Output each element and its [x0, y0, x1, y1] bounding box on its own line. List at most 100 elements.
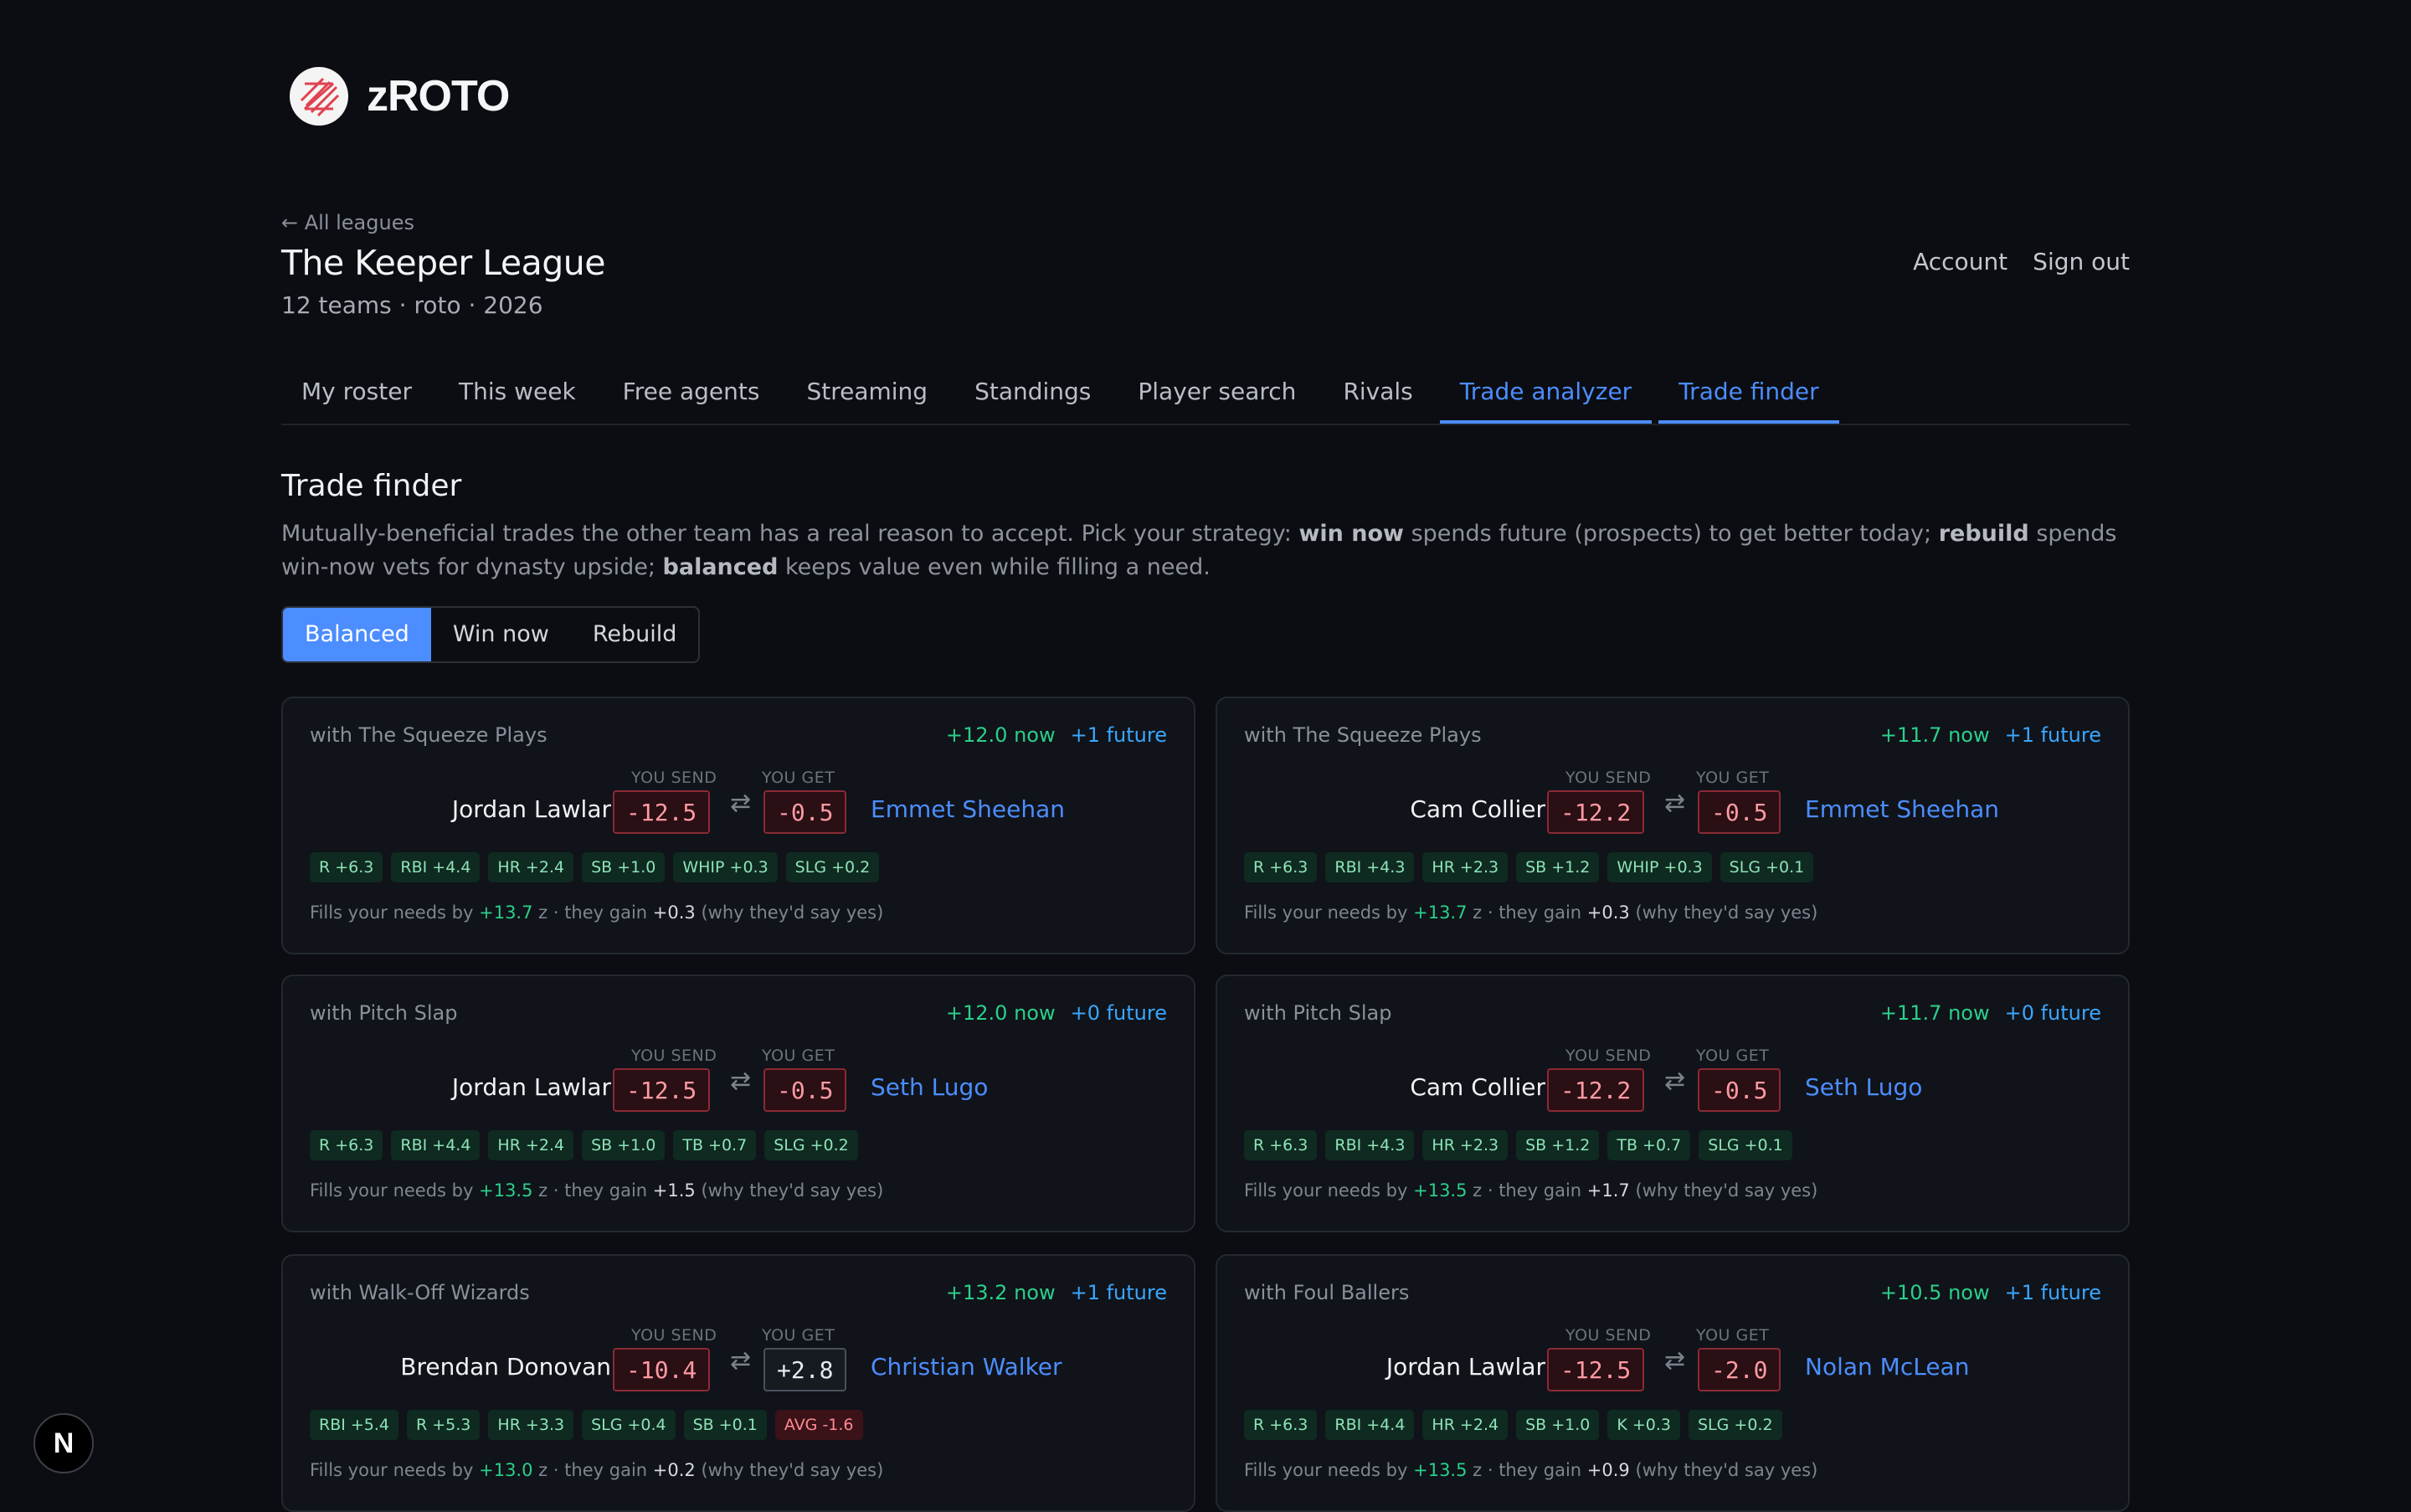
trade-card[interactable]: with Pitch Slap +11.7 now +0 future YOU …: [1216, 975, 2130, 1232]
you-get-label: YOU GET: [1696, 769, 1770, 787]
get-player-link[interactable]: Seth Lugo: [871, 1073, 988, 1101]
trade-deltas: +12.0 now +0 future: [946, 1001, 1167, 1025]
now-delta: +11.7 now: [1879, 1001, 1990, 1025]
get-z-score: -0.5: [1698, 1068, 1781, 1112]
brand[interactable]: zROTO: [290, 67, 510, 126]
swap-icon: ⇄: [730, 1067, 752, 1096]
category-delta-chip: R +6.3: [1244, 1410, 1318, 1440]
get-player-link[interactable]: Seth Lugo: [1805, 1073, 1922, 1101]
category-delta-chip: RBI +4.4: [1325, 1410, 1415, 1440]
trade-card[interactable]: with Walk-Off Wizards +13.2 now +1 futur…: [281, 1254, 1195, 1512]
now-delta: +11.7 now: [1879, 723, 1990, 747]
trade-partner: with Pitch Slap: [1244, 1001, 1392, 1025]
send-player-name: Cam Collier: [1410, 795, 1545, 823]
future-delta: +1 future: [2004, 1281, 2101, 1304]
category-delta-chip: HR +2.4: [488, 852, 574, 882]
send-z-score: -12.5: [613, 1068, 711, 1112]
category-chips: R +6.3 RBI +4.4 HR +2.4 SB +1.0 TB +0.7 SLG +…: [310, 1130, 858, 1160]
category-chips: R +6.3 RBI +4.4 HR +2.4 SB +1.0 WHIP +0.3 SLG…: [310, 852, 880, 882]
needs-summary: Fills your needs by +13.7 z · they gain …: [1244, 903, 1818, 923]
tab-my-roster[interactable]: My roster: [281, 360, 432, 424]
trade-deltas: +12.0 now +1 future: [946, 723, 1167, 747]
category-delta-chip: R +6.3: [310, 852, 383, 882]
get-player-link[interactable]: Emmet Sheehan: [871, 795, 1065, 823]
trade-partner: with Pitch Slap: [310, 1001, 458, 1025]
category-delta-chip: SB +1.2: [1516, 1130, 1600, 1160]
trade-card[interactable]: with The Squeeze Plays +11.7 now +1 futu…: [1216, 697, 2130, 954]
category-delta-chip: SB +1.0: [582, 1130, 666, 1160]
tab-trade-finder[interactable]: Trade finder: [1658, 360, 1839, 424]
get-player-link[interactable]: Emmet Sheehan: [1805, 795, 1999, 823]
category-delta-chip: SLG +0.2: [785, 852, 880, 882]
category-delta-chip: WHIP +0.3: [1607, 852, 1712, 882]
get-player-link[interactable]: Christian Walker: [871, 1353, 1062, 1381]
account-link[interactable]: Account: [1913, 248, 2007, 275]
category-delta-chip: RBI +4.4: [391, 1130, 481, 1160]
tab-player-search[interactable]: Player search: [1118, 360, 1316, 424]
send-player-name: Jordan Lawlar: [1385, 1353, 1545, 1381]
tab-standings[interactable]: Standings: [954, 360, 1111, 424]
future-delta: +1 future: [1070, 1281, 1167, 1304]
category-delta-chip: SB +0.1: [683, 1410, 767, 1440]
sign-out-link[interactable]: Sign out: [2033, 248, 2130, 275]
trade-card[interactable]: with Pitch Slap +12.0 now +0 future YOU …: [281, 975, 1195, 1232]
strategy-rebuild-button[interactable]: Rebuild: [571, 608, 699, 661]
swap-icon: ⇄: [1664, 1346, 1686, 1376]
all-leagues-link[interactable]: ← All leagues: [281, 211, 414, 234]
swap-icon: ⇄: [730, 789, 752, 818]
tab-rivals[interactable]: Rivals: [1323, 360, 1432, 424]
category-delta-chip: SLG +0.1: [1720, 852, 1814, 882]
category-delta-chip: TB +0.7: [1607, 1130, 1691, 1160]
category-delta-chip: R +6.3: [1244, 852, 1318, 882]
tab-this-week[interactable]: This week: [439, 360, 596, 424]
strategy-win-now-button[interactable]: Win now: [431, 608, 571, 661]
send-z-score: -12.2: [1547, 790, 1645, 834]
you-send-label: YOU SEND: [631, 1047, 717, 1065]
trade-card[interactable]: with Foul Ballers +10.5 now +1 future YO…: [1216, 1254, 2130, 1512]
category-chips: R +6.3 RBI +4.3 HR +2.3 SB +1.2 TB +0.7 SLG +…: [1244, 1130, 1792, 1160]
category-delta-chip: HR +3.3: [488, 1410, 574, 1440]
swap-icon: ⇄: [730, 1346, 752, 1376]
tab-streaming[interactable]: Streaming: [786, 360, 948, 424]
now-delta: +12.0 now: [945, 723, 1056, 747]
strategy-selector: Balanced Win now Rebuild: [281, 606, 701, 663]
category-delta-chip: AVG -1.6: [774, 1410, 863, 1440]
category-delta-chip: K +0.3: [1607, 1410, 1680, 1440]
get-player-link[interactable]: Nolan McLean: [1805, 1353, 1969, 1381]
now-delta: +12.0 now: [945, 1001, 1056, 1025]
you-send-label: YOU SEND: [1565, 769, 1652, 787]
needs-summary: Fills your needs by +13.5 z · they gain …: [1244, 1460, 1818, 1480]
category-delta-chip: HR +2.4: [1422, 1410, 1509, 1440]
trade-deltas: +10.5 now +1 future: [1880, 1281, 2101, 1304]
category-delta-chip: RBI +5.4: [310, 1410, 399, 1440]
trade-card[interactable]: with The Squeeze Plays +12.0 now +1 futu…: [281, 697, 1195, 954]
tab-trade-analyzer[interactable]: Trade analyzer: [1439, 360, 1653, 424]
category-delta-chip: R +6.3: [310, 1130, 383, 1160]
future-delta: +0 future: [2004, 1001, 2101, 1025]
category-delta-chip: SLG +0.2: [764, 1130, 858, 1160]
future-delta: +1 future: [1070, 723, 1167, 747]
category-delta-chip: RBI +4.3: [1325, 852, 1415, 882]
get-z-score: -2.0: [1698, 1348, 1781, 1391]
category-delta-chip: SLG +0.2: [1689, 1410, 1782, 1440]
needs-summary: Fills your needs by +13.5 z · they gain …: [1244, 1180, 1818, 1201]
you-send-label: YOU SEND: [1565, 1047, 1652, 1065]
category-delta-chip: RBI +4.4: [391, 852, 481, 882]
you-send-label: YOU SEND: [1565, 1326, 1652, 1345]
category-delta-chip: HR +2.3: [1422, 852, 1509, 882]
category-chips: R +6.3 RBI +4.3 HR +2.3 SB +1.2 WHIP +0.3 SLG…: [1244, 852, 1814, 882]
trade-partner: with The Squeeze Plays: [1244, 723, 1482, 747]
get-z-score: -0.5: [763, 790, 847, 834]
get-z-score: +2.8: [763, 1348, 847, 1391]
league-title: The Keeper League: [281, 243, 605, 283]
category-delta-chip: SLG +0.1: [1699, 1130, 1792, 1160]
strategy-balanced-button[interactable]: Balanced: [283, 608, 431, 661]
devtools-badge[interactable]: N: [33, 1413, 94, 1473]
tab-free-agents[interactable]: Free agents: [603, 360, 780, 424]
send-player-name: Jordan Lawlar: [451, 795, 611, 823]
app-name: zROTO: [367, 72, 510, 121]
future-delta: +0 future: [1070, 1001, 1167, 1025]
you-get-label: YOU GET: [762, 769, 835, 787]
category-delta-chip: SB +1.0: [1516, 1410, 1600, 1440]
category-delta-chip: SLG +0.4: [582, 1410, 676, 1440]
